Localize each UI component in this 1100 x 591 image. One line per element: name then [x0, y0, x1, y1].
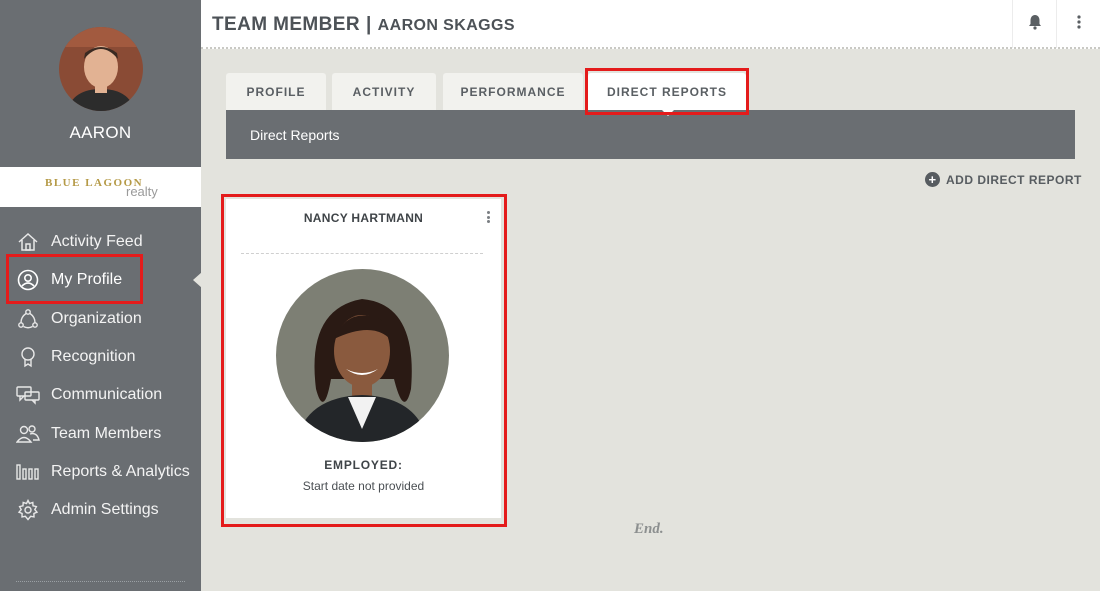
- bars-icon: [16, 460, 40, 484]
- brand-sub: realty: [126, 184, 158, 199]
- add-direct-report-label: ADD DIRECT REPORT: [946, 172, 1082, 187]
- user-avatar[interactable]: [59, 27, 143, 111]
- page-title-label: TEAM MEMBER: [212, 14, 360, 35]
- active-indicator: [193, 272, 202, 289]
- more-options-button[interactable]: [1056, 0, 1100, 48]
- plus-icon: +: [925, 172, 940, 187]
- section-header: Direct Reports: [226, 110, 1075, 159]
- tab-performance[interactable]: PERFORMANCE: [443, 73, 583, 111]
- people-icon: [16, 422, 40, 446]
- home-icon: [16, 230, 40, 254]
- section-title: Direct Reports: [250, 127, 340, 143]
- tab-activity[interactable]: ACTIVITY: [332, 73, 436, 111]
- add-direct-report-button[interactable]: + ADD DIRECT REPORT: [925, 172, 1082, 187]
- highlight-direct-reports-tab: [585, 68, 749, 115]
- sidebar-item-reports-analytics[interactable]: Reports & Analytics: [0, 453, 201, 491]
- topbar: TEAM MEMBER | AARON SKAGGS: [201, 0, 1100, 49]
- chat-icon: [16, 383, 40, 407]
- sidebar-item-label: Admin Settings: [51, 501, 159, 519]
- user-name: AARON: [69, 123, 132, 142]
- sidebar-item-admin-settings[interactable]: Admin Settings: [0, 491, 201, 529]
- end-of-list: End.: [634, 521, 664, 537]
- highlight-my-profile: [6, 254, 143, 304]
- member-name: AARON SKAGGS: [377, 17, 515, 34]
- sidebar-item-team-members[interactable]: Team Members: [0, 414, 201, 452]
- sidebar-divider: [16, 581, 185, 582]
- org-icon: [16, 307, 40, 331]
- sidebar-item-label: Recognition: [51, 348, 136, 366]
- sidebar-item-recognition[interactable]: Recognition: [0, 338, 201, 376]
- notifications-button[interactable]: [1012, 0, 1056, 48]
- highlight-report-card: [221, 194, 507, 527]
- sidebar-item-label: Team Members: [51, 424, 162, 442]
- sidebar-item-organization[interactable]: Organization: [0, 300, 201, 338]
- vertical-dots-icon: [1076, 14, 1081, 34]
- bell-icon: [1027, 14, 1043, 35]
- title-separator: |: [365, 14, 372, 35]
- brand-logo: BLUE LAGOON realty: [0, 167, 201, 207]
- gear-icon: [16, 498, 40, 522]
- sidebar-item-label: Organization: [51, 309, 142, 327]
- sidebar-item-label: Activity Feed: [51, 233, 143, 251]
- sidebar-item-label: Reports & Analytics: [51, 462, 190, 480]
- ribbon-icon: [16, 345, 40, 369]
- sidebar-item-communication[interactable]: Communication: [0, 376, 201, 414]
- tab-profile[interactable]: PROFILE: [226, 73, 326, 111]
- sidebar-item-label: Communication: [51, 386, 163, 404]
- page-title: TEAM MEMBER | AARON SKAGGS: [212, 14, 515, 36]
